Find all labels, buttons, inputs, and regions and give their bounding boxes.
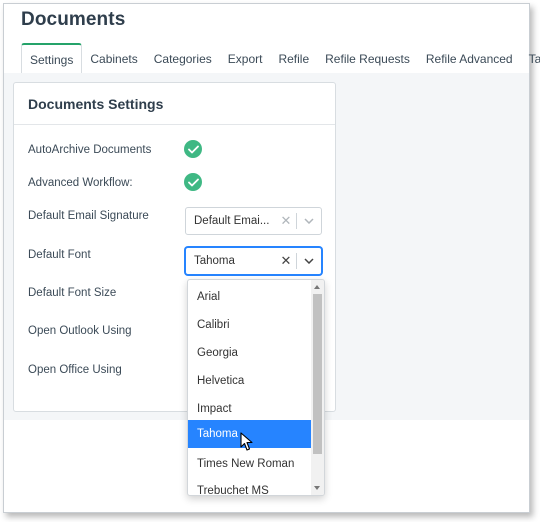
clear-icon[interactable]: ✕ — [276, 253, 296, 269]
font-option-impact[interactable]: Impact — [188, 395, 312, 423]
advanced-workflow-label: Advanced Workflow: — [28, 177, 133, 189]
default-font-value: Tahoma — [194, 255, 235, 267]
page-title: Documents — [21, 9, 126, 30]
font-option-georgia[interactable]: Georgia — [188, 339, 312, 367]
email-signature-select[interactable]: Default Emai... ✕ — [185, 207, 322, 235]
chevron-down-icon[interactable] — [297, 258, 321, 264]
check-circle-icon — [184, 173, 202, 191]
font-option-helvetica[interactable]: Helvetica — [188, 367, 312, 395]
font-option-arial[interactable]: Arial — [188, 283, 312, 311]
email-signature-label: Default Email Signature — [28, 210, 149, 222]
card-title: Documents Settings — [14, 83, 335, 125]
default-font-label: Default Font — [28, 249, 91, 261]
font-dropdown-menu: Arial Calibri Georgia Helvetica Impact T… — [187, 279, 325, 496]
open-office-label: Open Office Using — [28, 364, 122, 376]
font-option-times-new-roman[interactable]: Times New Roman — [188, 450, 312, 478]
font-size-label: Default Font Size — [28, 287, 117, 299]
autoarchive-label: AutoArchive Documents — [28, 144, 152, 156]
chevron-down-icon[interactable] — [297, 218, 321, 224]
app-window: Documents Settings Cabinets Categories E… — [3, 3, 540, 513]
scroll-up-arrow-icon[interactable] — [314, 285, 320, 289]
tab-refile-requests[interactable]: Refile Requests — [317, 44, 418, 74]
tab-refile[interactable]: Refile — [270, 44, 317, 74]
tab-settings[interactable]: Settings — [21, 43, 83, 74]
tab-cabinets[interactable]: Cabinets — [82, 44, 145, 74]
scrollbar-thumb[interactable] — [313, 294, 322, 454]
font-option-calibri[interactable]: Calibri — [188, 311, 312, 339]
clear-icon[interactable]: ✕ — [276, 213, 296, 229]
default-font-select[interactable]: Tahoma ✕ — [185, 247, 322, 275]
tab-refile-advanced[interactable]: Refile Advanced — [418, 44, 521, 74]
tab-export[interactable]: Export — [220, 44, 271, 74]
tab-bar: Settings Cabinets Categories Export Refi… — [4, 42, 540, 74]
tab-tags[interactable]: Tags — [521, 44, 540, 74]
tab-categories[interactable]: Categories — [146, 44, 220, 74]
email-signature-value: Default Emai... — [194, 215, 270, 227]
dropdown-scrollbar[interactable] — [311, 280, 324, 495]
mouse-cursor-icon — [240, 432, 253, 451]
font-option-trebuchet-ms[interactable]: Trebuchet MS — [188, 477, 312, 495]
open-outlook-label: Open Outlook Using — [28, 325, 132, 337]
check-circle-icon — [184, 140, 202, 158]
scroll-down-arrow-icon[interactable] — [314, 486, 320, 490]
